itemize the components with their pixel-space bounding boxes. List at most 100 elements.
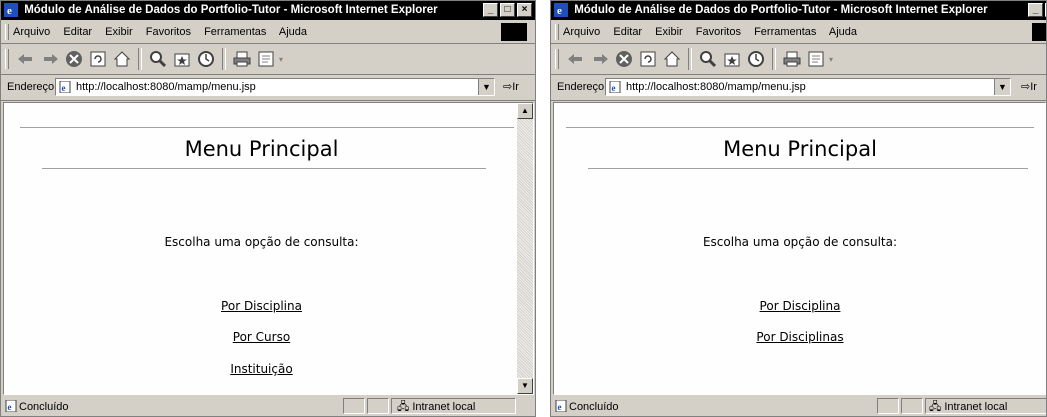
menubar-grip[interactable] [555, 24, 559, 40]
standard-toolbar: ▾ [551, 44, 1046, 75]
menu-item-ajuda[interactable]: Ajuda [829, 26, 857, 38]
refresh-icon[interactable] [87, 48, 109, 70]
menu-item-editar[interactable]: Editar [63, 26, 92, 38]
page-viewport: Menu Principal Escolha uma opção de cons… [553, 102, 1046, 395]
address-input[interactable]: e http://localhost:8080/mamp/menu.jsp ▼ [55, 78, 495, 96]
menu-bar: Arquivo Editar Exibir Favoritos Ferramen… [1, 21, 535, 44]
home-icon[interactable] [661, 48, 683, 70]
menu-item-exibir[interactable]: Exibir [105, 26, 133, 38]
menu-bar: Arquivo Editar Exibir Favoritos Ferramen… [551, 21, 1046, 44]
page-icon: e [59, 81, 71, 93]
scroll-down-button[interactable]: ▼ [517, 378, 533, 394]
menubar-grip[interactable] [5, 24, 9, 40]
menu-item-ferramentas[interactable]: Ferramentas [754, 26, 816, 38]
address-input[interactable]: e http://localhost:8080/mamp/menu.jsp ▼ [605, 78, 1011, 96]
browser-window-2: e Módulo de Análise de Dados do Portfoli… [550, 0, 1047, 417]
edit-dropdown-icon[interactable]: ▾ [829, 55, 833, 64]
toolbar-separator [772, 48, 776, 70]
title-bar[interactable]: e Módulo de Análise de Dados do Portfoli… [1, 1, 535, 20]
favorites-icon[interactable] [721, 48, 743, 70]
search-icon[interactable] [147, 48, 169, 70]
go-arrow-icon: ⇨ [503, 81, 513, 93]
maximize-button[interactable]: □ [1045, 3, 1046, 17]
page-title: Menu Principal [184, 137, 339, 161]
svg-text:e: e [612, 83, 616, 93]
forward-icon[interactable] [589, 48, 611, 70]
vertical-scrollbar[interactable]: ▲ ▼ [517, 103, 533, 394]
go-button[interactable]: ⇨Ir [1021, 80, 1037, 93]
done-page-icon: e [5, 400, 17, 412]
menu-item-arquivo[interactable]: Arquivo [13, 26, 50, 38]
close-button[interactable]: × [517, 3, 532, 17]
svg-text:e: e [62, 83, 66, 93]
link-por-curso-text[interactable]: Por Curso [233, 330, 290, 344]
back-icon[interactable] [565, 48, 587, 70]
address-label: Endereço [7, 81, 55, 93]
edit-dropdown-icon[interactable]: ▾ [279, 55, 283, 64]
maximize-button[interactable]: □ [500, 3, 515, 17]
stop-icon[interactable] [613, 48, 635, 70]
address-url: http://localhost:8080/mamp/menu.jsp [626, 81, 806, 93]
menu-item-editar[interactable]: Editar [613, 26, 642, 38]
edit-icon[interactable] [805, 48, 827, 70]
refresh-icon[interactable] [637, 48, 659, 70]
ie-logo-icon: e [4, 3, 18, 17]
back-icon[interactable] [15, 48, 37, 70]
status-bar: e Concluído 🖧 Intranet local [1, 396, 535, 416]
link-por-disciplinas-text[interactable]: Por Disciplinas [756, 330, 843, 344]
toolbar-grip[interactable] [555, 49, 559, 69]
title-divider [42, 168, 486, 170]
address-label: Endereço [557, 81, 605, 93]
link-por-disciplina-text[interactable]: Por Disciplina [760, 299, 841, 313]
menu-item-favoritos[interactable]: Favoritos [696, 26, 741, 38]
go-button[interactable]: ⇨Ir [503, 80, 519, 93]
status-cell [343, 398, 365, 414]
page-viewport: Menu Principal Escolha uma opção de cons… [3, 102, 534, 395]
consult-prompt: Escolha uma opção de consulta: [164, 235, 359, 249]
link-por-disciplina[interactable]: Por Disciplina [4, 299, 519, 313]
consult-prompt: Escolha uma opção de consulta: [702, 235, 898, 249]
link-instituicao[interactable]: Instituição [4, 362, 519, 376]
intranet-icon: 🖧 [397, 401, 410, 413]
link-instituicao-text[interactable]: Instituição [230, 362, 292, 376]
svg-text:e: e [7, 5, 12, 17]
home-icon[interactable] [111, 48, 133, 70]
minimize-button[interactable]: _ [1028, 3, 1043, 17]
address-dropdown-button[interactable]: ▼ [478, 79, 494, 95]
link-por-disciplina-text[interactable]: Por Disciplina [221, 299, 302, 313]
link-por-disciplinas[interactable]: Por Disciplinas [554, 330, 1045, 344]
title-bar[interactable]: e Módulo de Análise de Dados do Portfoli… [551, 1, 1046, 20]
forward-icon[interactable] [39, 48, 61, 70]
window-title: Módulo de Análise de Dados do Portfolio-… [24, 4, 438, 16]
link-por-curso[interactable]: Por Curso [4, 330, 519, 344]
toolbar-separator [138, 48, 142, 70]
search-icon[interactable] [697, 48, 719, 70]
address-bar: Endereço e http://localhost:8080/mamp/me… [551, 75, 1046, 101]
print-icon[interactable] [781, 48, 803, 70]
favorites-icon[interactable] [171, 48, 193, 70]
history-icon[interactable] [745, 48, 767, 70]
svg-text:e: e [558, 402, 562, 412]
menu-item-ajuda[interactable]: Ajuda [279, 26, 307, 38]
link-por-disciplina[interactable]: Por Disciplina [554, 299, 1045, 313]
stop-icon[interactable] [63, 48, 85, 70]
toolbar-grip[interactable] [5, 49, 9, 69]
minimize-button[interactable]: _ [483, 3, 498, 17]
print-icon[interactable] [231, 48, 253, 70]
svg-text:e: e [557, 5, 562, 17]
menu-item-ferramentas[interactable]: Ferramentas [204, 26, 266, 38]
menu-item-exibir[interactable]: Exibir [655, 26, 683, 38]
scroll-up-button[interactable]: ▲ [517, 103, 533, 119]
status-cell [367, 398, 389, 414]
history-icon[interactable] [195, 48, 217, 70]
edit-icon[interactable] [255, 48, 277, 70]
toolbar-separator [222, 48, 226, 70]
done-page-icon: e [555, 400, 567, 412]
menu-item-favoritos[interactable]: Favoritos [146, 26, 191, 38]
menu-item-arquivo[interactable]: Arquivo [563, 26, 600, 38]
title-divider [588, 168, 1028, 170]
top-divider [20, 127, 514, 129]
svg-text:e: e [8, 402, 12, 412]
address-dropdown-button[interactable]: ▼ [994, 79, 1010, 95]
page-icon: e [609, 81, 621, 93]
